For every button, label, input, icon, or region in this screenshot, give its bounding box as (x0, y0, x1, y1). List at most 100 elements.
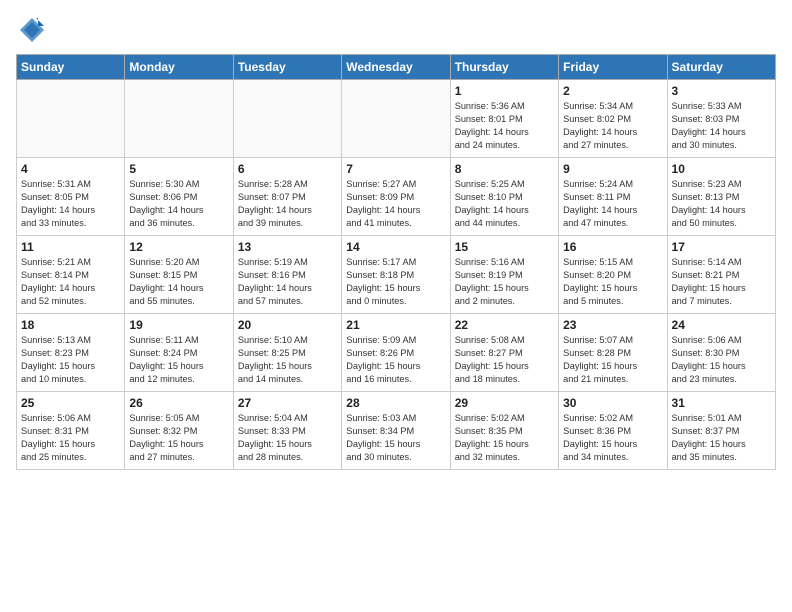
day-cell: 1 Sunrise: 5:36 AM Sunset: 8:01 PM Daylig… (450, 80, 558, 158)
day-cell: 23 Sunrise: 5:07 AM Sunset: 8:28 PM Dayli… (559, 314, 667, 392)
day-cell: 20 Sunrise: 5:10 AM Sunset: 8:25 PM Dayli… (233, 314, 341, 392)
day-number: 7 (346, 162, 445, 176)
day-number: 20 (238, 318, 337, 332)
day-number: 2 (563, 84, 662, 98)
day-info: Sunrise: 5:08 AM Sunset: 8:27 PM Dayligh… (455, 334, 554, 386)
day-cell: 27 Sunrise: 5:04 AM Sunset: 8:33 PM Dayli… (233, 392, 341, 470)
day-cell: 10 Sunrise: 5:23 AM Sunset: 8:13 PM Dayli… (667, 158, 775, 236)
day-cell: 30 Sunrise: 5:02 AM Sunset: 8:36 PM Dayli… (559, 392, 667, 470)
day-cell: 7 Sunrise: 5:27 AM Sunset: 8:09 PM Daylig… (342, 158, 450, 236)
day-info: Sunrise: 5:07 AM Sunset: 8:28 PM Dayligh… (563, 334, 662, 386)
day-info: Sunrise: 5:31 AM Sunset: 8:05 PM Dayligh… (21, 178, 120, 230)
day-info: Sunrise: 5:11 AM Sunset: 8:24 PM Dayligh… (129, 334, 228, 386)
day-info: Sunrise: 5:04 AM Sunset: 8:33 PM Dayligh… (238, 412, 337, 464)
week-row-5: 25Sunrise: 5:06 AM Sunset: 8:31 PM Dayli… (17, 392, 776, 470)
column-header-sunday: Sunday (17, 55, 125, 80)
day-cell: 22 Sunrise: 5:08 AM Sunset: 8:27 PM Dayli… (450, 314, 558, 392)
day-cell: 11Sunrise: 5:21 AM Sunset: 8:14 PM Dayli… (17, 236, 125, 314)
day-info: Sunrise: 5:14 AM Sunset: 8:21 PM Dayligh… (672, 256, 771, 308)
day-cell: 15 Sunrise: 5:16 AM Sunset: 8:19 PM Dayli… (450, 236, 558, 314)
day-cell: 26Sunrise: 5:05 AM Sunset: 8:32 PM Dayli… (125, 392, 233, 470)
day-info: Sunrise: 5:27 AM Sunset: 8:09 PM Dayligh… (346, 178, 445, 230)
day-cell: 25Sunrise: 5:06 AM Sunset: 8:31 PM Dayli… (17, 392, 125, 470)
day-number: 15 (455, 240, 554, 254)
day-cell: 13 Sunrise: 5:19 AM Sunset: 8:16 PM Dayli… (233, 236, 341, 314)
day-info: Sunrise: 5:17 AM Sunset: 8:18 PM Dayligh… (346, 256, 445, 308)
week-row-1: 1 Sunrise: 5:36 AM Sunset: 8:01 PM Daylig… (17, 80, 776, 158)
column-header-monday: Monday (125, 55, 233, 80)
day-cell: 2 Sunrise: 5:34 AM Sunset: 8:02 PM Daylig… (559, 80, 667, 158)
day-number: 6 (238, 162, 337, 176)
day-info: Sunrise: 5:02 AM Sunset: 8:35 PM Dayligh… (455, 412, 554, 464)
day-info: Sunrise: 5:03 AM Sunset: 8:34 PM Dayligh… (346, 412, 445, 464)
column-header-thursday: Thursday (450, 55, 558, 80)
logo-icon (18, 16, 46, 44)
day-cell: 16 Sunrise: 5:15 AM Sunset: 8:20 PM Dayli… (559, 236, 667, 314)
day-cell: 4 Sunrise: 5:31 AM Sunset: 8:05 PM Daylig… (17, 158, 125, 236)
day-number: 9 (563, 162, 662, 176)
day-cell: 28 Sunrise: 5:03 AM Sunset: 8:34 PM Dayli… (342, 392, 450, 470)
day-info: Sunrise: 5:36 AM Sunset: 8:01 PM Dayligh… (455, 100, 554, 152)
day-number: 4 (21, 162, 120, 176)
day-cell: 14 Sunrise: 5:17 AM Sunset: 8:18 PM Dayli… (342, 236, 450, 314)
day-info: Sunrise: 5:30 AM Sunset: 8:06 PM Dayligh… (129, 178, 228, 230)
week-row-3: 11Sunrise: 5:21 AM Sunset: 8:14 PM Dayli… (17, 236, 776, 314)
day-cell: 8Sunrise: 5:25 AM Sunset: 8:10 PM Daylig… (450, 158, 558, 236)
day-cell (17, 80, 125, 158)
day-number: 21 (346, 318, 445, 332)
day-cell: 24Sunrise: 5:06 AM Sunset: 8:30 PM Dayli… (667, 314, 775, 392)
column-header-saturday: Saturday (667, 55, 775, 80)
day-cell (125, 80, 233, 158)
day-info: Sunrise: 5:28 AM Sunset: 8:07 PM Dayligh… (238, 178, 337, 230)
day-cell: 12Sunrise: 5:20 AM Sunset: 8:15 PM Dayli… (125, 236, 233, 314)
day-number: 30 (563, 396, 662, 410)
day-number: 23 (563, 318, 662, 332)
day-number: 12 (129, 240, 228, 254)
day-number: 13 (238, 240, 337, 254)
column-header-tuesday: Tuesday (233, 55, 341, 80)
day-info: Sunrise: 5:19 AM Sunset: 8:16 PM Dayligh… (238, 256, 337, 308)
day-cell (233, 80, 341, 158)
day-number: 17 (672, 240, 771, 254)
day-number: 16 (563, 240, 662, 254)
day-number: 8 (455, 162, 554, 176)
week-row-4: 18Sunrise: 5:13 AM Sunset: 8:23 PM Dayli… (17, 314, 776, 392)
day-info: Sunrise: 5:16 AM Sunset: 8:19 PM Dayligh… (455, 256, 554, 308)
logo (16, 16, 46, 44)
day-number: 29 (455, 396, 554, 410)
day-number: 31 (672, 396, 771, 410)
day-info: Sunrise: 5:24 AM Sunset: 8:11 PM Dayligh… (563, 178, 662, 230)
day-number: 10 (672, 162, 771, 176)
day-info: Sunrise: 5:06 AM Sunset: 8:30 PM Dayligh… (672, 334, 771, 386)
day-info: Sunrise: 5:02 AM Sunset: 8:36 PM Dayligh… (563, 412, 662, 464)
day-cell: 18Sunrise: 5:13 AM Sunset: 8:23 PM Dayli… (17, 314, 125, 392)
day-cell: 3Sunrise: 5:33 AM Sunset: 8:03 PM Daylig… (667, 80, 775, 158)
day-number: 28 (346, 396, 445, 410)
day-info: Sunrise: 5:15 AM Sunset: 8:20 PM Dayligh… (563, 256, 662, 308)
day-number: 27 (238, 396, 337, 410)
day-number: 26 (129, 396, 228, 410)
day-number: 5 (129, 162, 228, 176)
day-cell (342, 80, 450, 158)
day-number: 1 (455, 84, 554, 98)
day-cell: 9 Sunrise: 5:24 AM Sunset: 8:11 PM Daylig… (559, 158, 667, 236)
day-info: Sunrise: 5:23 AM Sunset: 8:13 PM Dayligh… (672, 178, 771, 230)
day-number: 14 (346, 240, 445, 254)
day-info: Sunrise: 5:34 AM Sunset: 8:02 PM Dayligh… (563, 100, 662, 152)
column-header-friday: Friday (559, 55, 667, 80)
day-cell: 21 Sunrise: 5:09 AM Sunset: 8:26 PM Dayli… (342, 314, 450, 392)
day-cell: 5 Sunrise: 5:30 AM Sunset: 8:06 PM Daylig… (125, 158, 233, 236)
day-cell: 19Sunrise: 5:11 AM Sunset: 8:24 PM Dayli… (125, 314, 233, 392)
day-cell: 31 Sunrise: 5:01 AM Sunset: 8:37 PM Dayli… (667, 392, 775, 470)
day-number: 22 (455, 318, 554, 332)
day-info: Sunrise: 5:10 AM Sunset: 8:25 PM Dayligh… (238, 334, 337, 386)
week-row-2: 4 Sunrise: 5:31 AM Sunset: 8:05 PM Daylig… (17, 158, 776, 236)
day-number: 18 (21, 318, 120, 332)
column-header-wednesday: Wednesday (342, 55, 450, 80)
day-info: Sunrise: 5:01 AM Sunset: 8:37 PM Dayligh… (672, 412, 771, 464)
day-number: 11 (21, 240, 120, 254)
day-number: 25 (21, 396, 120, 410)
page-header (16, 16, 776, 44)
day-info: Sunrise: 5:09 AM Sunset: 8:26 PM Dayligh… (346, 334, 445, 386)
day-cell: 29 Sunrise: 5:02 AM Sunset: 8:35 PM Dayli… (450, 392, 558, 470)
